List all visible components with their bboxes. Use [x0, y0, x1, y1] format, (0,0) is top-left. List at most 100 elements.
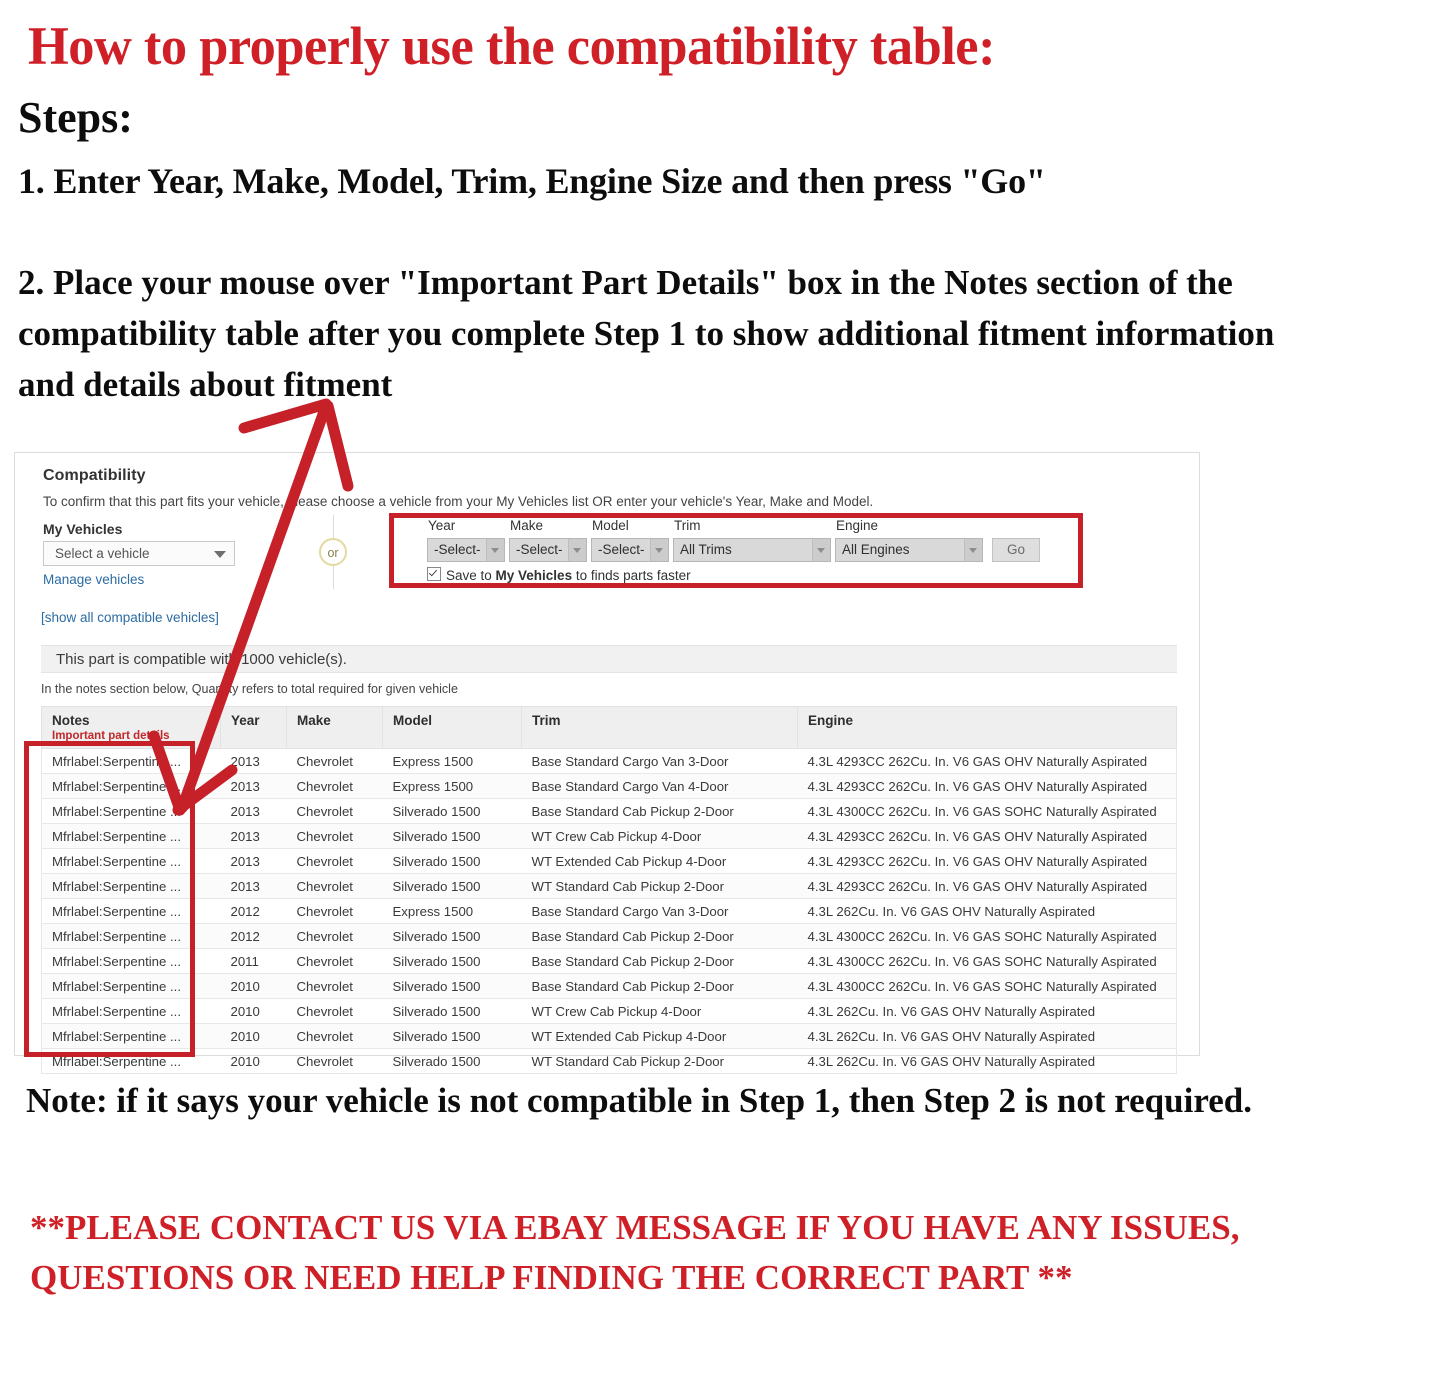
cell-engine: 4.3L 262Cu. In. V6 GAS OHV Naturally Asp…: [797, 998, 1177, 1024]
cell-make: Chevrolet: [286, 823, 383, 849]
table-row: Mfrlabel:Serpentine ... 2010 Chevrolet Silv…: [41, 998, 1177, 1024]
chevron-down-icon: [650, 539, 668, 561]
model-select-value: -Select-: [598, 542, 645, 557]
cell-notes[interactable]: Mfrlabel:Serpentine ...: [41, 748, 221, 774]
cell-trim: WT Extended Cab Pickup 4-Door: [521, 848, 798, 874]
contact-note-text: **PLEASE CONTACT US VIA EBAY MESSAGE IF …: [30, 1208, 1240, 1298]
compatibility-table: Notes Important part details Year Make M…: [41, 706, 1177, 1074]
trim-select-value: All Trims: [680, 542, 732, 557]
cell-model: Silverado 1500: [382, 948, 522, 974]
cell-engine: 4.3L 262Cu. In. V6 GAS OHV Naturally Asp…: [797, 898, 1177, 924]
cell-engine: 4.3L 4300CC 262Cu. In. V6 GAS SOHC Natur…: [797, 798, 1177, 824]
table-row: Mfrlabel:Serpentine ... 2010 Chevrolet Silv…: [41, 973, 1177, 999]
make-label: Make: [510, 518, 544, 533]
table-row: Mfrlabel:Serpentine ... 2013 Chevrolet Silv…: [41, 823, 1177, 849]
cell-notes[interactable]: Mfrlabel:Serpentine ...: [41, 1048, 221, 1074]
my-vehicles-label: My Vehicles: [43, 521, 123, 537]
cell-year: 2013: [220, 773, 287, 799]
cell-model: Express 1500: [382, 898, 522, 924]
cell-trim: WT Standard Cab Pickup 2-Door: [521, 873, 798, 899]
cell-trim: WT Crew Cab Pickup 4-Door: [521, 998, 798, 1024]
cell-model: Silverado 1500: [382, 998, 522, 1024]
cell-notes[interactable]: Mfrlabel:Serpentine ...: [41, 948, 221, 974]
cell-year: 2013: [220, 823, 287, 849]
engine-label: Engine: [836, 518, 879, 533]
cell-make: Chevrolet: [286, 773, 383, 799]
th-engine: Engine: [797, 706, 1177, 749]
save-to-my-vehicles-checkbox[interactable]: [427, 567, 441, 581]
cell-trim: Base Standard Cab Pickup 2-Door: [521, 923, 798, 949]
cell-notes[interactable]: Mfrlabel:Serpentine ...: [41, 998, 221, 1024]
steps-label: Steps:: [18, 93, 133, 142]
cell-make: Chevrolet: [286, 1048, 383, 1074]
chevron-down-icon: [568, 539, 586, 561]
chevron-down-icon: [214, 551, 226, 558]
cell-year: 2011: [220, 948, 287, 974]
step-1-text: 1. Enter Year, Make, Model, Trim, Engine…: [18, 161, 1046, 201]
model-label: Model: [592, 518, 629, 533]
year-label: Year: [428, 518, 456, 533]
cell-model: Express 1500: [382, 773, 522, 799]
cell-make: Chevrolet: [286, 948, 383, 974]
cell-engine: 4.3L 4293CC 262Cu. In. V6 GAS OHV Natura…: [797, 823, 1177, 849]
model-select[interactable]: -Select-: [591, 538, 669, 562]
manage-vehicles-link[interactable]: Manage vehicles: [43, 572, 144, 587]
year-select[interactable]: -Select-: [427, 538, 505, 562]
chevron-down-icon: [486, 539, 504, 561]
cell-make: Chevrolet: [286, 798, 383, 824]
cell-trim: Base Standard Cargo Van 4-Door: [521, 773, 798, 799]
go-button[interactable]: Go: [992, 538, 1040, 562]
show-all-compatible-vehicles-link[interactable]: [show all compatible vehicles]: [41, 610, 219, 625]
cell-year: 2012: [220, 923, 287, 949]
save-to-my-vehicles-row[interactable]: Save to My Vehicles to finds parts faste…: [427, 567, 691, 583]
make-select[interactable]: -Select-: [509, 538, 587, 562]
cell-notes[interactable]: Mfrlabel:Serpentine ...: [41, 973, 221, 999]
cell-model: Express 1500: [382, 748, 522, 774]
engine-select[interactable]: All Engines: [835, 538, 983, 562]
cell-notes[interactable]: Mfrlabel:Serpentine ...: [41, 1023, 221, 1049]
cell-year: 2010: [220, 1023, 287, 1049]
cell-model: Silverado 1500: [382, 873, 522, 899]
table-row: Mfrlabel:Serpentine ... 2013 Chevrolet Silv…: [41, 873, 1177, 899]
cell-trim: Base Standard Cargo Van 3-Door: [521, 748, 798, 774]
cell-notes[interactable]: Mfrlabel:Serpentine ...: [41, 898, 221, 924]
cell-trim: Base Standard Cab Pickup 2-Door: [521, 973, 798, 999]
table-row: Mfrlabel:Serpentine ... 2010 Chevrolet Silv…: [41, 1023, 1177, 1049]
cell-model: Silverado 1500: [382, 923, 522, 949]
compatibility-panel: Compatibility To confirm that this part …: [14, 452, 1200, 1074]
cell-engine: 4.3L 4300CC 262Cu. In. V6 GAS SOHC Natur…: [797, 973, 1177, 999]
cell-model: Silverado 1500: [382, 1048, 522, 1074]
cell-year: 2013: [220, 748, 287, 774]
cell-notes[interactable]: Mfrlabel:Serpentine ...: [41, 798, 221, 824]
table-row: Mfrlabel:Serpentine ... 2013 Chevrolet Silv…: [41, 798, 1177, 824]
cell-make: Chevrolet: [286, 923, 383, 949]
trim-select[interactable]: All Trims: [673, 538, 831, 562]
cell-model: Silverado 1500: [382, 1023, 522, 1049]
cell-notes[interactable]: Mfrlabel:Serpentine ...: [41, 773, 221, 799]
cell-engine: 4.3L 262Cu. In. V6 GAS OHV Naturally Asp…: [797, 1048, 1177, 1074]
cell-trim: Base Standard Cab Pickup 2-Door: [521, 948, 798, 974]
cell-trim: Base Standard Cab Pickup 2-Door: [521, 798, 798, 824]
cell-engine: 4.3L 4300CC 262Cu. In. V6 GAS SOHC Natur…: [797, 923, 1177, 949]
vehicle-select[interactable]: Select a vehicle: [43, 541, 235, 566]
cell-engine: 4.3L 4293CC 262Cu. In. V6 GAS OHV Natura…: [797, 873, 1177, 899]
cell-make: Chevrolet: [286, 748, 383, 774]
save-bold-text: My Vehicles: [495, 568, 573, 583]
cell-year: 2010: [220, 998, 287, 1024]
cell-year: 2013: [220, 798, 287, 824]
cell-engine: 4.3L 4293CC 262Cu. In. V6 GAS OHV Natura…: [797, 848, 1177, 874]
trim-label: Trim: [674, 518, 701, 533]
chevron-down-icon: [812, 539, 830, 561]
cell-notes[interactable]: Mfrlabel:Serpentine ...: [41, 848, 221, 874]
cell-year: 2013: [220, 873, 287, 899]
compatibility-subtitle: To confirm that this part fits your vehi…: [43, 494, 874, 509]
cell-model: Silverado 1500: [382, 798, 522, 824]
cell-notes[interactable]: Mfrlabel:Serpentine ...: [41, 923, 221, 949]
compatibility-table-body: Mfrlabel:Serpentine ... 2013 Chevrolet Expr…: [41, 748, 1177, 1074]
cell-make: Chevrolet: [286, 848, 383, 874]
bottom-note-text: Note: if it says your vehicle is not com…: [26, 1081, 1252, 1120]
cell-year: 2013: [220, 848, 287, 874]
quantity-note: In the notes section below, Quantity ref…: [41, 682, 458, 696]
cell-notes[interactable]: Mfrlabel:Serpentine ...: [41, 823, 221, 849]
cell-notes[interactable]: Mfrlabel:Serpentine ...: [41, 873, 221, 899]
